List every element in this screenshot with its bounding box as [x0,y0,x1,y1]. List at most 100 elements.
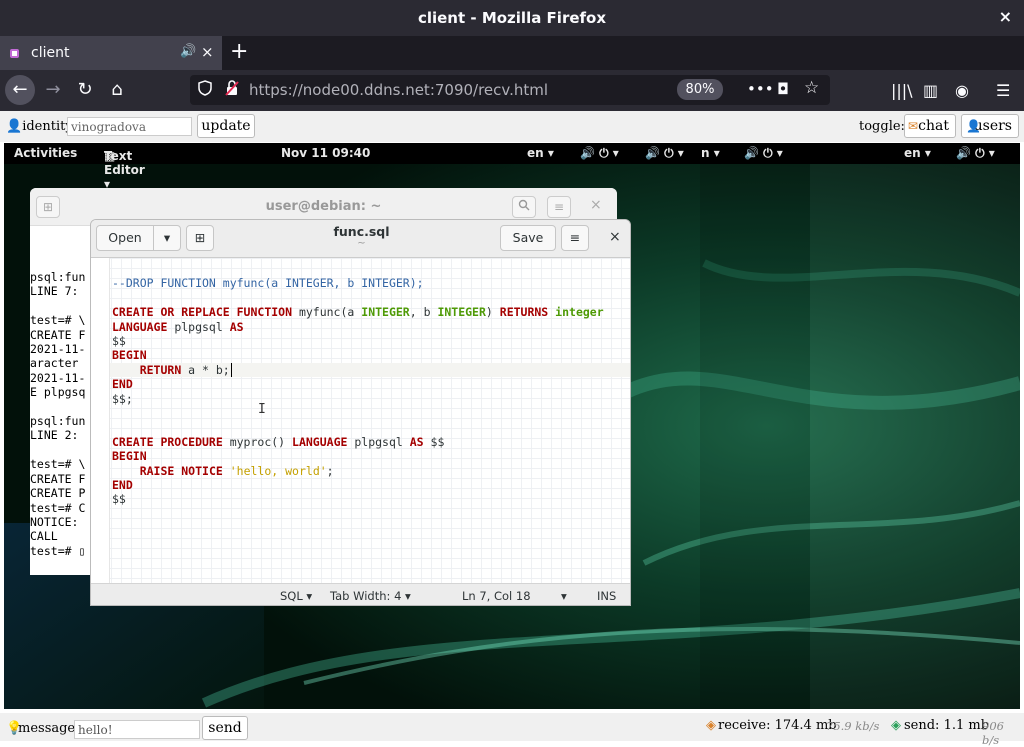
library-icon[interactable]: |||\ [891,81,913,100]
url-bar[interactable]: https://node00.ddns.net:7090/recv.html 8… [190,75,830,105]
hamburger-menu-icon[interactable]: ☰ [996,81,1010,100]
new-tab-button[interactable]: + [230,39,248,64]
code-token: RETURN [139,362,182,377]
sidebar-icon[interactable]: ▥ [923,81,938,100]
users-toggle-button[interactable]: 👤 users [961,114,1019,138]
page-actions-icon[interactable]: ••• [747,80,774,98]
send-button[interactable]: send [202,716,248,740]
text-cursor [230,362,232,377]
tab-close-button[interactable]: × [201,43,214,61]
pocket-icon[interactable]: ◘ [777,80,789,98]
code-view[interactable]: 12--DROP FUNCTION myfunc(a INTEGER, b IN… [91,258,630,583]
code-token: 'hello, world' [229,463,327,478]
remote-desktop-view[interactable]: Activities ▩ Text Editor ▾ Nov 11 09:40 … [4,143,1020,709]
code-token: integer [555,305,604,320]
terminal-line: E plpgsq [30,385,86,400]
language-indicator-partial[interactable]: n ▾ [701,146,720,160]
receive-total: receive: 174.4 mb [718,718,837,733]
code-token: INTEGER [437,305,486,320]
identity-input[interactable] [67,117,192,136]
code-line[interactable]: 15END [91,478,630,492]
activities-button[interactable]: Activities [14,146,77,160]
chat-toggle-button[interactable]: ✉ chat [904,114,956,138]
account-icon[interactable]: ◉ [955,81,969,100]
terminal-line: test=# C [30,500,86,515]
terminal-line: test=# \ [30,457,86,472]
code-line[interactable]: 9$$; [91,392,630,406]
lock-warning-icon[interactable] [225,80,239,100]
code-line[interactable]: 5$$ [91,334,630,348]
receive-rate: 75.9 kb/s [826,719,880,733]
code-token: plpgsql [347,434,410,449]
code-line[interactable]: 10 [91,406,630,420]
save-button[interactable]: Save [500,225,556,251]
text-editor-window[interactable]: Open ▾ ⊞ func.sql ~ Save ≡ × 12--DROP FU… [90,219,631,606]
code-line[interactable]: 11 [91,420,630,434]
back-button[interactable]: ← [5,75,35,105]
bookmark-star-icon[interactable]: ☆ [804,78,819,98]
terminal-output[interactable]: psql:fun LINE 7: test=# \ CREATE F 2021-11-… [30,270,85,558]
code-token: LANGUAGE [292,434,348,449]
code-line[interactable]: 6BEGIN [91,348,630,362]
line-code: END [112,377,133,391]
editor-menu-button[interactable]: ≡ [561,225,589,251]
editor-close-button[interactable]: × [609,229,621,245]
terminal-menu-button[interactable]: ≡ [547,196,571,218]
code-token: LANGUAGE [112,319,168,334]
zoom-indicator[interactable]: 80% [677,79,723,100]
code-token: , b [409,305,438,320]
code-line[interactable]: 2--DROP FUNCTION myfunc(a INTEGER, b INT… [91,276,630,290]
update-button[interactable]: update [197,114,255,138]
system-tray-4[interactable]: 🔊 ⏻ ▾ [956,146,995,161]
terminal-line: psql:fun [30,270,86,284]
gnome-top-bar: Activities ▩ Text Editor ▾ Nov 11 09:40 … [4,143,1020,191]
window-close-button[interactable]: × [999,7,1012,26]
code-line[interactable]: 3 [91,291,630,305]
tab-client[interactable]: client 🔊 × [0,36,222,70]
tab-width-selector[interactable]: Tab Width: 4 ▾ [330,589,411,603]
terminal-close-button[interactable]: × [590,197,602,213]
code-line[interactable]: 14 RAISE NOTICE 'hello, world'; [91,463,630,478]
code-token: --DROP FUNCTION myfunc(a INTEGER, b INTE… [112,276,424,291]
terminal-search-button[interactable] [512,196,536,218]
line-code: --DROP FUNCTION myfunc(a INTEGER, b INTE… [112,276,424,290]
system-tray-2[interactable]: 🔊 ⏻ ▾ [645,146,684,161]
home-button[interactable]: ⌂ [102,75,132,105]
code-token: INTEGER [361,305,410,320]
terminal-line: CREATE F [30,327,86,342]
line-numbers [91,258,111,583]
line-code: $$ [112,334,126,348]
code-line[interactable]: LANGUAGE plpgsql AS [91,319,630,334]
code-token: END [112,377,133,392]
code-token: ; [326,463,334,478]
language-indicator-2[interactable]: en ▾ [904,146,931,160]
user-icon: 👤 [6,119,23,134]
speaker-icon[interactable]: 🔊 [180,44,196,59]
terminal-line: CALL [30,529,86,544]
tracking-shield-icon[interactable] [198,80,212,100]
forward-button[interactable]: → [38,75,68,105]
url-text[interactable]: https://node00.ddns.net:7090/recv.html [249,81,548,99]
code-line[interactable]: 1 [91,262,630,276]
position-dropdown-icon[interactable]: ▾ [561,589,567,603]
terminal-line: aracter [30,356,86,371]
code-line[interactable]: 4CREATE OR REPLACE FUNCTION myfunc(a INT… [91,305,630,320]
code-token: CREATE PROCEDURE [112,434,223,449]
system-tray-1[interactable]: 🔊 ⏻ ▾ [580,146,619,161]
code-line[interactable]: 8END [91,377,630,391]
language-selector[interactable]: SQL ▾ [280,589,312,603]
code-line[interactable]: 13BEGIN [91,449,630,463]
code-line[interactable]: 12CREATE PROCEDURE myproc() LANGUAGE plp… [91,434,630,449]
reload-button[interactable]: ↻ [70,75,100,105]
code-token: myproc() [222,434,293,449]
code-line-current[interactable]: 7 RETURN a * b; [91,362,630,378]
language-indicator[interactable]: en ▾ [527,146,554,160]
clock-button[interactable]: Nov 11 09:40 [281,146,370,160]
message-input[interactable] [74,720,200,739]
system-tray-3[interactable]: 🔊 ⏻ ▾ [744,146,783,161]
code-line[interactable]: 16$$ [91,492,630,506]
code-token: a * b; [181,362,230,377]
window-title: client - Mozilla Firefox [417,9,607,27]
cursor-position[interactable]: Ln 7, Col 18 [462,589,531,603]
